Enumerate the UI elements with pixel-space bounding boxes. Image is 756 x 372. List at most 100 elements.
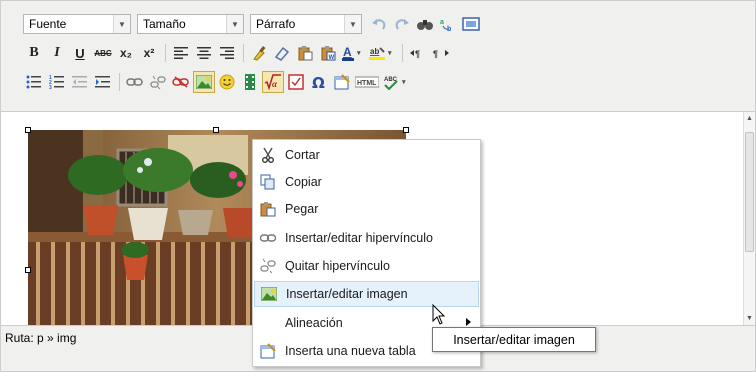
resize-handle-top-center[interactable] <box>213 127 219 133</box>
superscript-button[interactable]: x² <box>138 42 160 64</box>
italic-button[interactable]: I <box>46 42 68 64</box>
film-icon <box>245 74 255 90</box>
subscript-button[interactable]: x₂ <box>115 42 137 64</box>
svg-text:3: 3 <box>49 85 52 89</box>
insert-table-button[interactable] <box>331 71 353 93</box>
toolbar-separator <box>165 44 166 62</box>
svg-text:▾: ▾ <box>356 50 361 57</box>
indent-button[interactable] <box>92 71 114 93</box>
editor-scrollbar[interactable]: ▲ ▼ <box>743 112 755 325</box>
font-family-select[interactable]: Fuente ▼ <box>23 14 131 34</box>
menu-item-cut[interactable]: Cortar <box>254 142 479 168</box>
spellcheck-button[interactable]: ABC ▾ <box>381 71 411 93</box>
paragraph-format-select[interactable]: Párrafo ▼ <box>250 14 362 34</box>
outdent-button[interactable] <box>69 71 91 93</box>
redo-icon <box>395 19 409 30</box>
unlink-icon <box>150 75 166 90</box>
media-button[interactable] <box>239 71 261 93</box>
spellcheck-toggle-button[interactable] <box>285 71 307 93</box>
resize-handle-top-right[interactable] <box>403 127 409 133</box>
align-center-button[interactable] <box>193 42 215 64</box>
menu-item-remove-link[interactable]: Quitar hipervínculo <box>254 253 479 279</box>
mouse-cursor-icon <box>432 304 446 325</box>
special-char-button[interactable]: Ω <box>308 71 330 93</box>
html-source-button[interactable]: HTML <box>354 71 380 93</box>
math-formula-button[interactable]: α <box>262 71 284 93</box>
fullscreen-button[interactable] <box>460 13 482 35</box>
numbered-list-button[interactable]: 123 <box>46 71 68 93</box>
svg-text:▾: ▾ <box>387 50 392 57</box>
table-icon <box>334 74 350 90</box>
bold-label: B <box>29 45 39 60</box>
omega-icon: Ω <box>312 74 325 90</box>
undo-icon <box>372 19 386 30</box>
paste-icon <box>260 201 276 217</box>
align-left-button[interactable] <box>170 42 192 64</box>
svg-text:¶: ¶ <box>433 49 438 59</box>
emoticons-button[interactable] <box>216 71 238 93</box>
link-button[interactable] <box>124 71 146 93</box>
redo-button[interactable] <box>391 13 413 35</box>
image-button[interactable] <box>193 71 215 93</box>
text-color-icon: A ▾ <box>342 45 361 61</box>
editor-toolbar: Fuente ▼ Tamaño ▼ Párrafo ▼ ab B I U ABC… <box>1 1 755 112</box>
strikethrough-label: ABC <box>94 48 112 58</box>
paste-word-icon: W <box>321 46 336 61</box>
resize-handle-top-left[interactable] <box>25 127 31 133</box>
underline-button[interactable]: U <box>69 42 91 64</box>
resize-handle-middle-left[interactable] <box>25 267 31 273</box>
toolbar-separator <box>243 44 244 62</box>
menu-item-label: Insertar/editar imagen <box>286 287 408 301</box>
strikethrough-button[interactable]: ABC <box>92 42 114 64</box>
unlink-button[interactable] <box>147 71 169 93</box>
toolbar-row-1: Fuente ▼ Tamaño ▼ Párrafo ▼ ab <box>23 12 483 36</box>
rtl-button[interactable]: ¶ <box>430 42 452 64</box>
menu-item-paste[interactable]: Pegar <box>254 196 479 222</box>
scroll-up-icon[interactable]: ▲ <box>746 115 753 122</box>
anchor-button[interactable] <box>170 71 192 93</box>
right-to-left-icon: ¶ <box>433 49 449 59</box>
toolbar-row-2: B I U ABC x₂ x² W A ▾ ab ▾ ¶ ¶ <box>23 41 453 65</box>
element-path: Ruta: p » img <box>5 330 77 345</box>
paste-text-button[interactable] <box>294 42 316 64</box>
cleanup-button[interactable] <box>248 42 270 64</box>
font-size-label: Tamaño <box>143 17 186 31</box>
menu-item-copy[interactable]: Copiar <box>254 169 479 195</box>
eraser-icon <box>274 46 290 61</box>
math-formula-icon: α <box>264 74 281 90</box>
bullet-list-icon <box>26 75 41 89</box>
left-to-right-icon: ¶ <box>410 49 420 59</box>
eraser-button[interactable] <box>271 42 293 64</box>
paste-text-icon <box>298 46 313 61</box>
chevron-down-icon: ▼ <box>113 15 130 33</box>
text-color-button[interactable]: A ▾ <box>340 42 366 64</box>
scroll-down-icon[interactable]: ▼ <box>746 315 753 322</box>
chevron-down-icon: ▼ <box>226 15 243 33</box>
copy-icon <box>260 174 276 190</box>
broom-icon <box>253 46 266 61</box>
toolbar-separator <box>402 44 403 62</box>
toolbar-row-3: 123 α Ω HTML ABC ▾ <box>23 70 412 94</box>
paste-word-button[interactable]: W <box>317 42 339 64</box>
fullscreen-icon <box>462 17 480 31</box>
underline-label: U <box>75 45 85 61</box>
svg-text:¶: ¶ <box>415 49 420 59</box>
highlight-color-icon: ab ▾ <box>369 47 392 60</box>
scrollbar-thumb[interactable] <box>745 132 754 252</box>
undo-button[interactable] <box>368 13 390 35</box>
bold-button[interactable]: B <box>23 42 45 64</box>
spellcheck-icon: ABC ▾ <box>384 77 406 90</box>
smiley-icon <box>219 74 235 90</box>
find-button[interactable] <box>414 13 436 35</box>
menu-item-label: Alineación <box>285 316 343 330</box>
highlight-color-button[interactable]: ab ▾ <box>367 42 397 64</box>
image-icon <box>261 286 277 302</box>
menu-item-label: Cortar <box>285 148 320 162</box>
replace-button[interactable]: ab <box>437 13 459 35</box>
menu-item-insert-link[interactable]: Insertar/editar hipervínculo <box>254 225 479 251</box>
font-size-select[interactable]: Tamaño ▼ <box>137 14 244 34</box>
ltr-button[interactable]: ¶ <box>407 42 429 64</box>
svg-text:A: A <box>343 45 352 59</box>
bullet-list-button[interactable] <box>23 71 45 93</box>
align-right-button[interactable] <box>216 42 238 64</box>
